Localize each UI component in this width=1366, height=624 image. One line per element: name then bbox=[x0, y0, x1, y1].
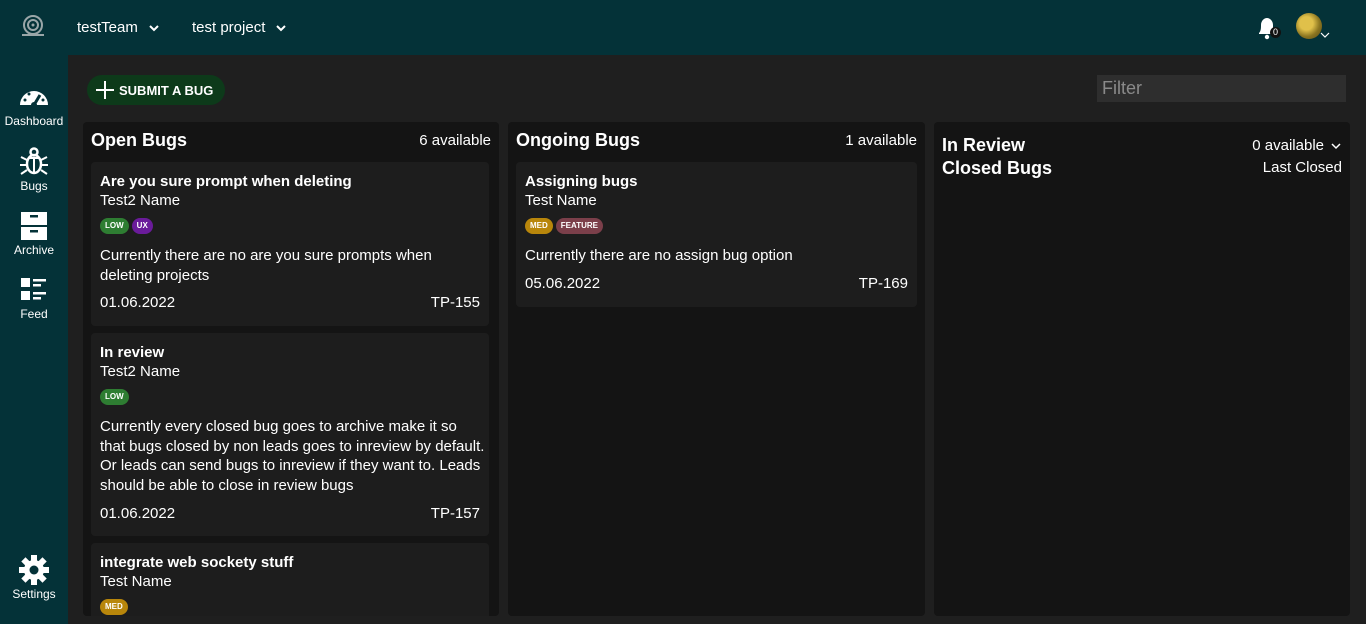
tag-list: MED FEATURE bbox=[525, 218, 603, 234]
bug-title: In review bbox=[100, 344, 165, 361]
review-count[interactable]: 0 available bbox=[1252, 137, 1324, 154]
plus-icon bbox=[96, 81, 114, 99]
bug-date: 05.06.2022 bbox=[525, 275, 601, 292]
bug-description: Currently there are no assign bug option bbox=[525, 247, 793, 264]
archive-icon bbox=[21, 212, 47, 240]
category-tag: FEATURE bbox=[555, 218, 603, 234]
submit-bug-button[interactable]: SUBMIT A BUG bbox=[87, 75, 225, 105]
sidebar: Dashboard Bugs Archive Feed Settings bbox=[0, 55, 68, 624]
sidebar-item-feed[interactable]: Feed bbox=[0, 274, 68, 321]
filter-input[interactable] bbox=[1097, 75, 1346, 102]
bug-title: Assigning bugs bbox=[525, 173, 638, 190]
bug-id: TP-169 bbox=[858, 275, 908, 292]
tag-list: MED bbox=[100, 599, 128, 615]
bug-assignee: Test2 Name bbox=[100, 192, 181, 209]
top-bar: testTeam test project 0 bbox=[0, 0, 1366, 55]
bug-title: integrate web sockety stuff bbox=[100, 554, 294, 571]
bug-description: Currently every closed bug goes to archi… bbox=[100, 418, 485, 494]
sidebar-item-bugs[interactable]: Bugs bbox=[0, 146, 68, 193]
bug-date: 01.06.2022 bbox=[100, 294, 176, 311]
chevron-down-icon bbox=[149, 24, 159, 31]
bug-assignee: Test Name bbox=[525, 192, 597, 209]
team-name: testTeam bbox=[77, 19, 138, 36]
priority-tag: MED bbox=[100, 599, 128, 615]
sidebar-item-dashboard[interactable]: Dashboard bbox=[0, 81, 68, 128]
bug-date: 01.06.2022 bbox=[100, 505, 176, 522]
notification-count: 0 bbox=[1270, 27, 1281, 38]
bug-description: Currently there are no are you sure prom… bbox=[100, 247, 432, 284]
open-bugs-column: Open Bugs 6 available Are you sure promp… bbox=[83, 122, 499, 616]
review-closed-column: In Review Closed Bugs 0 available Last C… bbox=[934, 122, 1350, 616]
priority-tag: LOW bbox=[100, 389, 129, 405]
sidebar-item-label: Bugs bbox=[20, 179, 48, 193]
priority-tag: MED bbox=[525, 218, 553, 234]
snail-logo-icon[interactable] bbox=[19, 14, 47, 38]
sidebar-item-label: Dashboard bbox=[4, 114, 64, 128]
avatar[interactable] bbox=[1296, 13, 1322, 39]
column-count: 6 available bbox=[419, 132, 491, 149]
bug-assignee: Test Name bbox=[100, 573, 172, 590]
project-selector[interactable]: test project bbox=[192, 0, 287, 55]
sidebar-item-settings[interactable]: Settings bbox=[0, 554, 68, 601]
dashboard-icon bbox=[20, 91, 48, 108]
category-tag: UX bbox=[131, 218, 153, 234]
team-selector[interactable]: testTeam bbox=[77, 0, 160, 55]
sidebar-item-label: Archive bbox=[13, 243, 54, 257]
tag-list: LOW UX bbox=[100, 218, 153, 234]
gear-icon bbox=[19, 555, 49, 585]
closed-title: Closed Bugs bbox=[942, 158, 1053, 178]
bug-card[interactable]: Are you sure prompt when deleting Test2 … bbox=[91, 162, 489, 326]
bug-icon bbox=[20, 147, 48, 175]
project-name: test project bbox=[192, 19, 266, 36]
sidebar-item-label: Feed bbox=[20, 307, 48, 321]
feed-icon bbox=[21, 278, 46, 300]
column-count: 1 available bbox=[845, 132, 917, 149]
chevron-down-icon bbox=[276, 24, 287, 31]
priority-tag: LOW bbox=[100, 218, 129, 234]
column-title: Open Bugs bbox=[91, 130, 188, 150]
sort-last-closed[interactable]: Last Closed bbox=[1263, 159, 1342, 176]
bug-card[interactable]: integrate web sockety stuff Test Name ME… bbox=[91, 543, 489, 616]
chevron-down-icon[interactable] bbox=[1320, 30, 1330, 40]
bug-id: TP-155 bbox=[430, 294, 480, 311]
tag-list: LOW bbox=[100, 389, 129, 405]
bug-id: TP-157 bbox=[430, 505, 480, 522]
sidebar-item-label: Settings bbox=[12, 587, 56, 601]
review-title: In Review bbox=[942, 135, 1026, 155]
bug-card[interactable]: Assigning bugs Test Name MED FEATURE Cur… bbox=[516, 162, 917, 307]
bug-title: Are you sure prompt when deleting bbox=[100, 173, 352, 190]
column-title: Ongoing Bugs bbox=[516, 130, 640, 150]
submit-bug-label: SUBMIT A BUG bbox=[119, 82, 214, 98]
bug-assignee: Test2 Name bbox=[100, 363, 181, 380]
bug-card[interactable]: In review Test2 Name LOW Currently every… bbox=[91, 333, 489, 536]
chevron-down-icon[interactable] bbox=[1330, 140, 1342, 152]
sidebar-item-archive[interactable]: Archive bbox=[0, 210, 68, 257]
ongoing-bugs-column: Ongoing Bugs 1 available Assigning bugs … bbox=[508, 122, 925, 616]
